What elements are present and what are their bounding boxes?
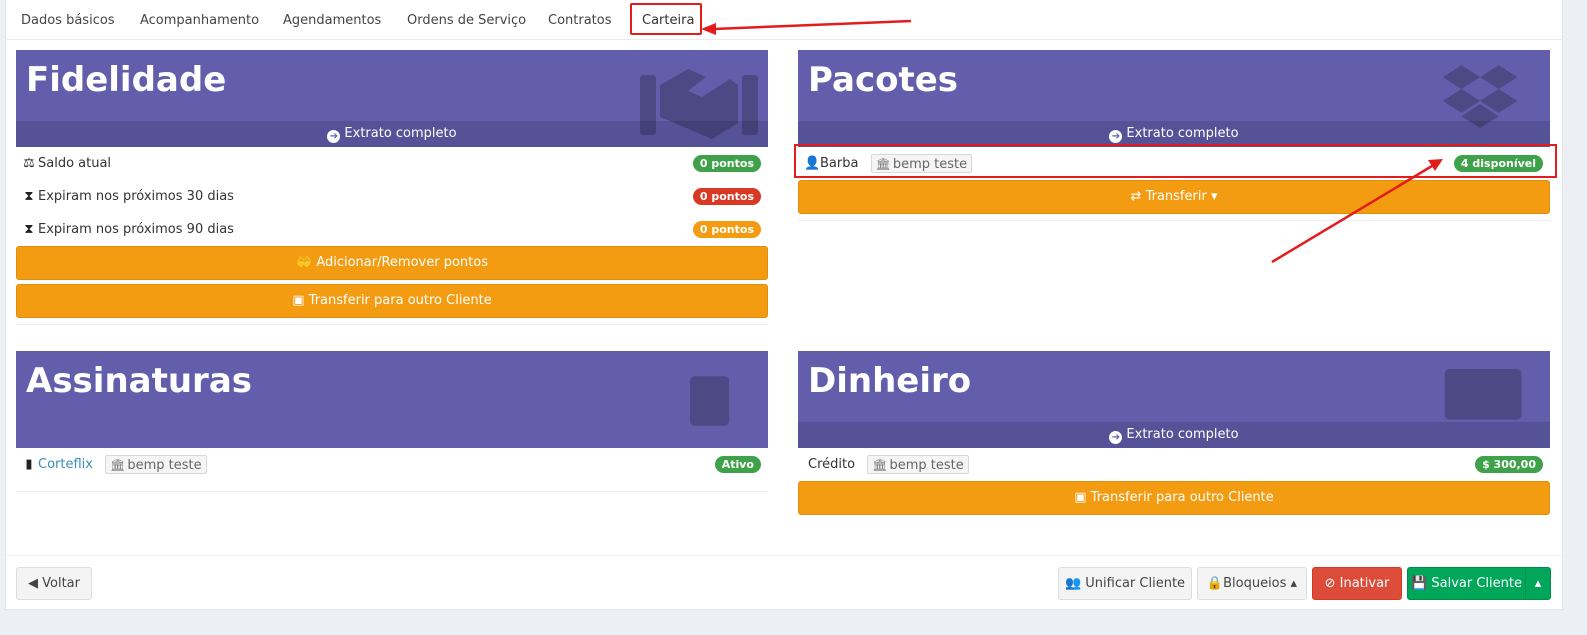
hourglass-icon: ⧗ bbox=[24, 189, 34, 204]
dinheiro-box: Dinheiro ➔ Extrato completo Crédito 🏛 bemp… bbox=[798, 351, 1550, 519]
credito-amount-badge: $ 300,00 bbox=[1475, 456, 1543, 473]
tab-dados-basicos[interactable]: Dados básicos bbox=[21, 0, 115, 40]
dinheiro-title: Dinheiro bbox=[808, 361, 972, 401]
back-button[interactable]: ◀ Voltar bbox=[16, 567, 92, 600]
fidelidade-transfer-button[interactable]: ▣ Transferir para outro Cliente bbox=[16, 284, 768, 318]
client-panel: Dados básicos Acompanhamento Agendamento… bbox=[5, 0, 1564, 610]
pacotes-box: Pacotes ➔ Extrato completo 👤Barba 🏛 bemp t… bbox=[798, 50, 1550, 221]
hourglass-icon: ⧗ bbox=[24, 222, 34, 237]
deactivate-button[interactable]: ⊘ Inativar bbox=[1312, 567, 1402, 600]
assinaturas-header: Assinaturas bbox=[16, 351, 768, 448]
pacotes-title: Pacotes bbox=[808, 60, 959, 100]
tab-acompanhamento[interactable]: Acompanhamento bbox=[140, 0, 259, 40]
wallet-icon: ▣ bbox=[1074, 490, 1087, 505]
save-options-toggle[interactable]: ▴ bbox=[1525, 567, 1551, 600]
annotation-tab-highlight bbox=[630, 3, 702, 35]
unit-tag: 🏛 bemp teste bbox=[105, 455, 207, 474]
tab-agendamentos[interactable]: Agendamentos bbox=[283, 0, 381, 40]
merge-client-button[interactable]: 👥 Unificar Cliente bbox=[1058, 567, 1192, 600]
saldo-atual-badge: 0 pontos bbox=[692, 155, 761, 172]
eye-slash-icon: ⊘ bbox=[1324, 576, 1336, 591]
wallet-icon: ▣ bbox=[292, 293, 305, 308]
assinatura-link[interactable]: Corteflix bbox=[38, 457, 93, 472]
pacotes-header: Pacotes ➔ Extrato completo bbox=[798, 50, 1550, 147]
fidelidade-box: Fidelidade ➔ Extrato completo ⚖ Saldo atua… bbox=[16, 50, 768, 325]
assinatura-status-badge: Ativo bbox=[714, 456, 761, 473]
credito-row: Crédito 🏛 bemp teste $ 300,00 bbox=[798, 448, 1550, 481]
balance-scale-icon: ⚖ bbox=[23, 156, 35, 171]
divider bbox=[16, 324, 768, 325]
exchange-icon: ⇄ bbox=[1130, 189, 1142, 204]
lock-icon: 🔒 bbox=[1206, 576, 1224, 591]
arrow-circle-right-icon: ➔ bbox=[327, 130, 341, 143]
save-client-button[interactable]: 💾 Salvar Cliente bbox=[1407, 567, 1526, 600]
add-remove-points-button[interactable]: 🤲 Adicionar/Remover pontos bbox=[16, 246, 768, 280]
tab-bar: Dados básicos Acompanhamento Agendamento… bbox=[6, 0, 1564, 40]
address-card-icon bbox=[690, 376, 730, 426]
pacote-transfer-dropdown[interactable]: ⇄ Transferir ▾ bbox=[798, 180, 1550, 214]
id-badge-icon: ▮ bbox=[25, 457, 33, 472]
action-bar: ◀ Voltar 👥 Unificar Cliente 🔒Bloqueios ▴… bbox=[6, 555, 1564, 610]
expiram-90-row: ⧗ Expiram nos próximos 90 dias 0 pontos bbox=[16, 213, 768, 246]
expiram-30-badge: 0 pontos bbox=[692, 188, 761, 205]
dinheiro-extrato-link[interactable]: ➔ Extrato completo bbox=[798, 422, 1550, 448]
arrow-circle-right-icon: ➔ bbox=[1109, 130, 1123, 143]
arrow-circle-right-icon: ➔ bbox=[1109, 431, 1123, 444]
arrow-circle-left-icon: ◀ bbox=[28, 576, 38, 591]
divider bbox=[798, 220, 1550, 221]
fidelidade-header: Fidelidade ➔ Extrato completo bbox=[16, 50, 768, 147]
fidelidade-extrato-link[interactable]: ➔ Extrato completo bbox=[16, 121, 768, 147]
expiram-30-row: ⧗ Expiram nos próximos 30 dias 0 pontos bbox=[16, 180, 768, 213]
assinatura-row: ▮ Corteflix 🏛 bemp teste Ativo bbox=[16, 448, 768, 481]
caret-up-icon: ▴ bbox=[1534, 576, 1542, 591]
annotation-pacote-highlight bbox=[794, 144, 1557, 178]
expiram-90-badge: 0 pontos bbox=[692, 221, 761, 238]
caret-up-icon: ▴ bbox=[1290, 576, 1298, 591]
bank-icon: 🏛 bbox=[110, 458, 126, 472]
divider bbox=[16, 491, 768, 492]
locks-dropdown[interactable]: 🔒Bloqueios ▴ bbox=[1197, 567, 1307, 600]
bank-icon: 🏛 bbox=[872, 458, 888, 472]
caret-down-icon: ▾ bbox=[1210, 189, 1218, 204]
unit-tag: 🏛 bemp teste bbox=[867, 455, 969, 474]
assinaturas-title: Assinaturas bbox=[26, 361, 252, 401]
saldo-atual-row: ⚖ Saldo atual 0 pontos bbox=[16, 147, 768, 180]
tab-contratos[interactable]: Contratos bbox=[548, 0, 612, 40]
fidelidade-title: Fidelidade bbox=[26, 60, 227, 100]
hand-holding-icon: 🤲 bbox=[295, 255, 313, 270]
users-icon: 👥 bbox=[1064, 576, 1082, 591]
assinaturas-box: Assinaturas ▮ Corteflix 🏛 bemp teste Ativo bbox=[16, 351, 768, 492]
tab-ordens-de-servico[interactable]: Ordens de Serviço bbox=[407, 0, 526, 40]
dinheiro-transfer-button[interactable]: ▣ Transferir para outro Cliente bbox=[798, 481, 1550, 515]
save-icon: 💾 bbox=[1411, 576, 1428, 591]
dinheiro-header: Dinheiro ➔ Extrato completo bbox=[798, 351, 1550, 448]
